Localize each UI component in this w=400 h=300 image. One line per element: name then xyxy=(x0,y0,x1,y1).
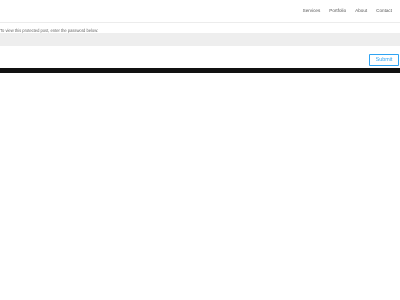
nav-item-about[interactable]: About xyxy=(355,8,367,14)
nav-item-portfolio[interactable]: Portfolio xyxy=(329,8,346,14)
password-input[interactable] xyxy=(0,33,400,46)
nav-item-services[interactable]: Services xyxy=(303,8,321,14)
submit-button[interactable]: Submit xyxy=(369,54,399,66)
nav-item-contact[interactable]: Contact xyxy=(376,8,392,14)
site-header: Services Portfolio About Contact xyxy=(0,0,400,23)
footer-bar xyxy=(0,68,400,73)
main-nav: Services Portfolio About Contact xyxy=(294,8,392,14)
